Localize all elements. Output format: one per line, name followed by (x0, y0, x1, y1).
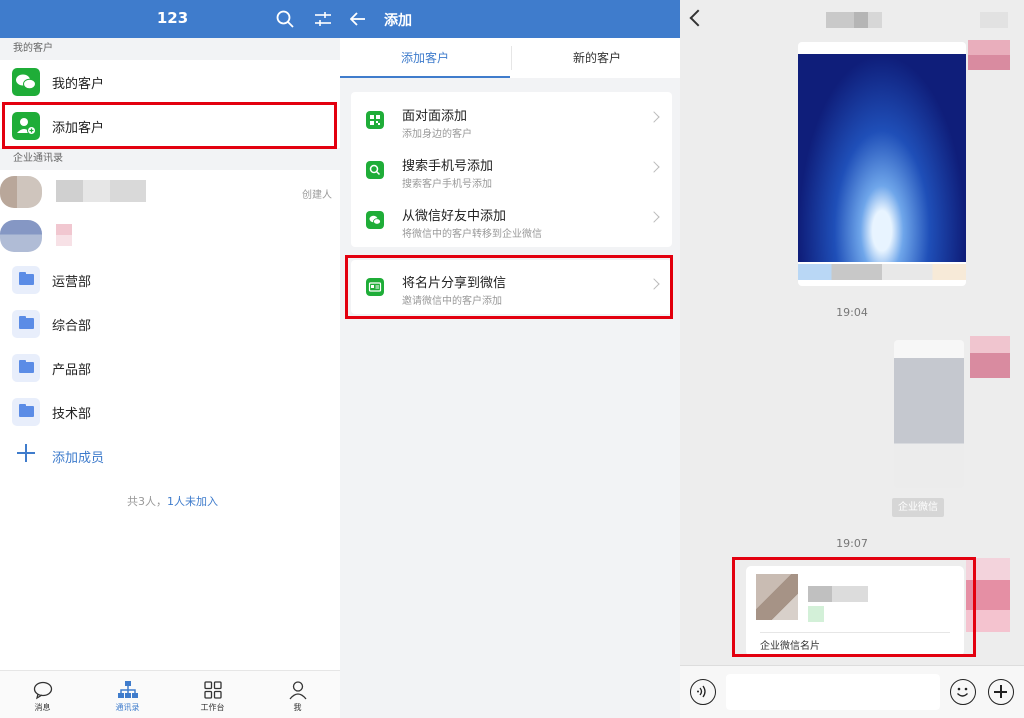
creator-tag: 创建人 (302, 190, 332, 201)
timestamp: 19:04 (836, 306, 868, 319)
contacts-header: 123 (0, 0, 340, 38)
chat-bubble-icon (33, 681, 53, 700)
folder-icon (12, 266, 40, 294)
chevron-right-icon (648, 111, 660, 123)
page-title: 添加 (384, 13, 412, 29)
face-to-face-add-item[interactable]: 面对面添加 添加身边的客户 (351, 95, 672, 145)
section-directory: 企业通讯录 (0, 148, 340, 170)
image-message[interactable] (798, 42, 966, 286)
tab-contacts[interactable]: 通讯录 (85, 671, 170, 718)
avatar (0, 220, 42, 252)
avatar (0, 176, 42, 208)
add-header: 添加 (340, 0, 680, 38)
grid-icon (204, 681, 222, 699)
tab-label: 工作台 (200, 703, 225, 712)
contacts-panel: 123 我的客户 我的客户 添加客户 企业通讯录 创建人 运营部 综合部 产品部… (0, 0, 340, 718)
filter-icon[interactable] (314, 10, 332, 28)
not-joined-link[interactable]: 1人未加入 (167, 495, 218, 508)
wework-label-text: 企业微信 (898, 502, 938, 513)
tab-new-customer[interactable]: 新的客户 (512, 38, 682, 78)
phone-search-add-item[interactable]: 搜索手机号添加 搜索客户手机号添加 (351, 145, 672, 195)
member-name-blurred (56, 224, 72, 246)
tab-messages[interactable]: 消息 (0, 671, 85, 718)
bottom-tab-bar: 消息 通讯录 工作台 我 (0, 670, 340, 718)
wechat-icon (366, 211, 384, 229)
person-icon (289, 681, 307, 700)
member-name-blurred (56, 180, 146, 202)
wechat-icon (12, 68, 40, 96)
department-label: 产品部 (52, 363, 92, 378)
highlight-business-card (732, 557, 976, 657)
department-item[interactable]: 技术部 (0, 390, 340, 434)
qrcode-icon (366, 111, 384, 129)
timestamp: 19:07 (836, 537, 868, 550)
item-title: 从微信好友中添加 (402, 209, 507, 224)
tab-workbench[interactable]: 工作台 (170, 671, 255, 718)
chevron-right-icon (648, 211, 660, 223)
folder-icon (12, 310, 40, 338)
section-my-customers: 我的客户 (0, 38, 340, 60)
my-customers-item[interactable]: 我的客户 (0, 60, 340, 104)
member-row-creator[interactable]: 创建人 (0, 170, 340, 214)
plus-icon[interactable] (988, 679, 1014, 705)
chat-panel: 19:04 企业微信 19:07 企业微信名片 (680, 0, 1024, 718)
search-icon[interactable] (276, 10, 294, 28)
member-row[interactable] (0, 214, 340, 258)
member-count: 共3人，1人未加入 (0, 493, 345, 509)
org-chart-icon (118, 681, 138, 698)
tab-label: 我 (293, 703, 302, 712)
department-label: 运营部 (52, 275, 92, 290)
tab-add-customer[interactable]: 添加客户 (340, 38, 510, 78)
my-customers-label: 我的客户 (52, 77, 105, 92)
add-tabs: 添加客户 新的客户 (340, 38, 680, 78)
emoji-icon[interactable] (950, 679, 976, 705)
department-label: 综合部 (52, 319, 92, 334)
add-panel: 添加 添加客户 新的客户 面对面添加 添加身边的客户 搜索手机号添加 搜索客户手 (340, 0, 680, 718)
department-item[interactable]: 产品部 (0, 346, 340, 390)
department-item[interactable]: 运营部 (0, 258, 340, 302)
department-label: 技术部 (52, 407, 92, 422)
wework-source-label: 企业微信 (892, 498, 944, 517)
avatar (968, 40, 1010, 70)
tab-me[interactable]: 我 (255, 671, 340, 718)
item-subtitle: 搜索客户手机号添加 (402, 179, 492, 190)
chat-title-blurred (826, 12, 882, 28)
item-subtitle: 添加身边的客户 (402, 129, 472, 140)
item-title: 面对面添加 (402, 109, 468, 124)
avatar (970, 336, 1010, 378)
item-title: 搜索手机号添加 (402, 159, 494, 174)
back-arrow-icon[interactable] (350, 11, 366, 27)
wechat-friends-add-item[interactable]: 从微信好友中添加 将微信中的客户转移到企业微信 (351, 195, 672, 245)
plus-icon (17, 444, 35, 462)
folder-icon (12, 354, 40, 382)
tab-label: 消息 (34, 703, 51, 712)
folder-icon (12, 398, 40, 426)
member-count-text: 共3人， (127, 495, 167, 508)
back-chevron-icon[interactable] (689, 9, 707, 27)
chevron-right-icon (648, 161, 660, 173)
highlight-add-customer (2, 102, 337, 149)
message-input[interactable] (726, 674, 940, 710)
blurred-message[interactable] (894, 340, 964, 488)
voice-icon[interactable] (690, 679, 716, 705)
add-member-button[interactable]: 添加成员 (0, 434, 340, 478)
highlight-share-card (345, 255, 673, 319)
department-item[interactable]: 综合部 (0, 302, 340, 346)
search-icon (366, 161, 384, 179)
more-button-blurred (980, 12, 1008, 28)
item-subtitle: 将微信中的客户转移到企业微信 (402, 229, 542, 240)
add-member-label: 添加成员 (52, 451, 105, 466)
chat-input-bar (680, 665, 1024, 718)
add-methods-card: 面对面添加 添加身边的客户 搜索手机号添加 搜索客户手机号添加 从微信好友中添加… (351, 92, 672, 247)
tab-label: 通讯录 (115, 703, 140, 712)
